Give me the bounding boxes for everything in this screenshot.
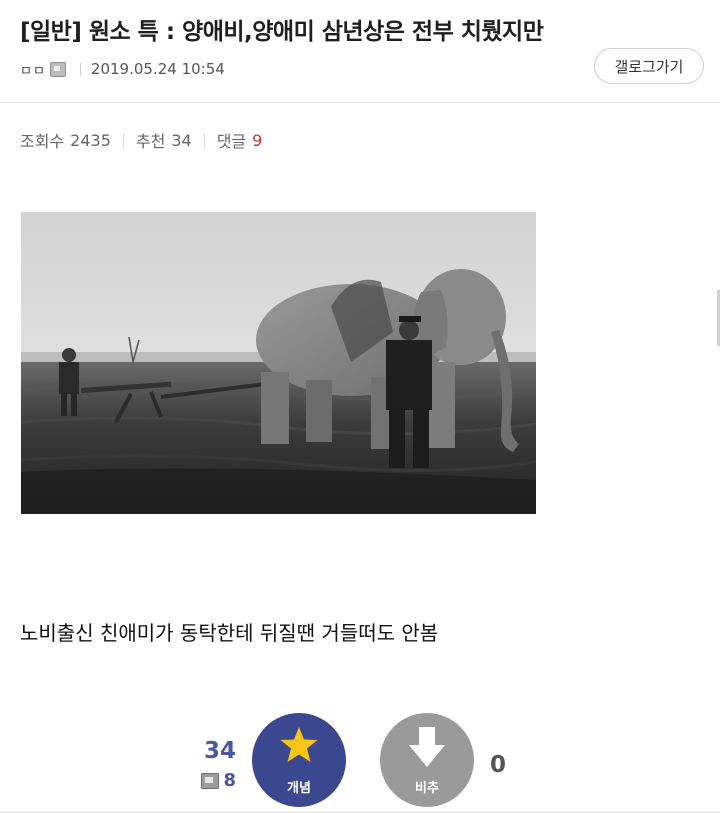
- fixed-user-icon: [201, 772, 220, 789]
- post-body-text: 노비출신 친애미가 동탁한테 뒤질땐 거들떠도 안봄: [20, 621, 439, 645]
- views-label: 조회수: [20, 132, 65, 151]
- post-stats: 조회수 2435 추천 34 댓글 9: [20, 128, 262, 152]
- downvote-count: 0: [490, 752, 507, 778]
- star-icon: [280, 727, 318, 762]
- downvote-button[interactable]: 비추: [380, 713, 474, 807]
- post-image[interactable]: [21, 212, 536, 514]
- recommend-count: 34: [171, 130, 192, 150]
- stats-divider: [203, 133, 205, 147]
- meta-divider: [79, 62, 81, 76]
- elephant-plowing-photo: [21, 212, 536, 514]
- arrow-down-icon: [409, 727, 445, 767]
- author-name[interactable]: ㅁㅁ: [20, 60, 46, 79]
- stats-divider: [122, 133, 124, 147]
- comments-label[interactable]: 댓글: [217, 128, 246, 152]
- downvote-label: 비추: [415, 781, 439, 796]
- recommend-total: 34: [203, 738, 236, 764]
- post-meta: ㅁㅁ 2019.05.24 10:54: [20, 59, 225, 79]
- post-date: 2019.05.24 10:54: [90, 60, 225, 78]
- post-header: [일반] 원소 특 : 양애비,양애미 삼년상은 전부 치뤘지만 ㅁㅁ 2019…: [0, 0, 720, 103]
- fixed-recommend-count: 8: [223, 770, 236, 791]
- recommend-label: 개념: [287, 781, 311, 796]
- views-count: 2435: [70, 130, 111, 150]
- recommend-button[interactable]: 개념: [252, 713, 346, 807]
- comments-count[interactable]: 9: [252, 131, 262, 150]
- gallog-icon[interactable]: [49, 61, 66, 77]
- gallog-button[interactable]: 갤로그가기: [594, 48, 704, 84]
- recommend-label: 추천: [135, 132, 166, 151]
- fixed-recommend-row: 8: [170, 770, 236, 791]
- post-title: [일반] 원소 특 : 양애비,양애미 삼년상은 전부 치뤘지만: [20, 19, 544, 45]
